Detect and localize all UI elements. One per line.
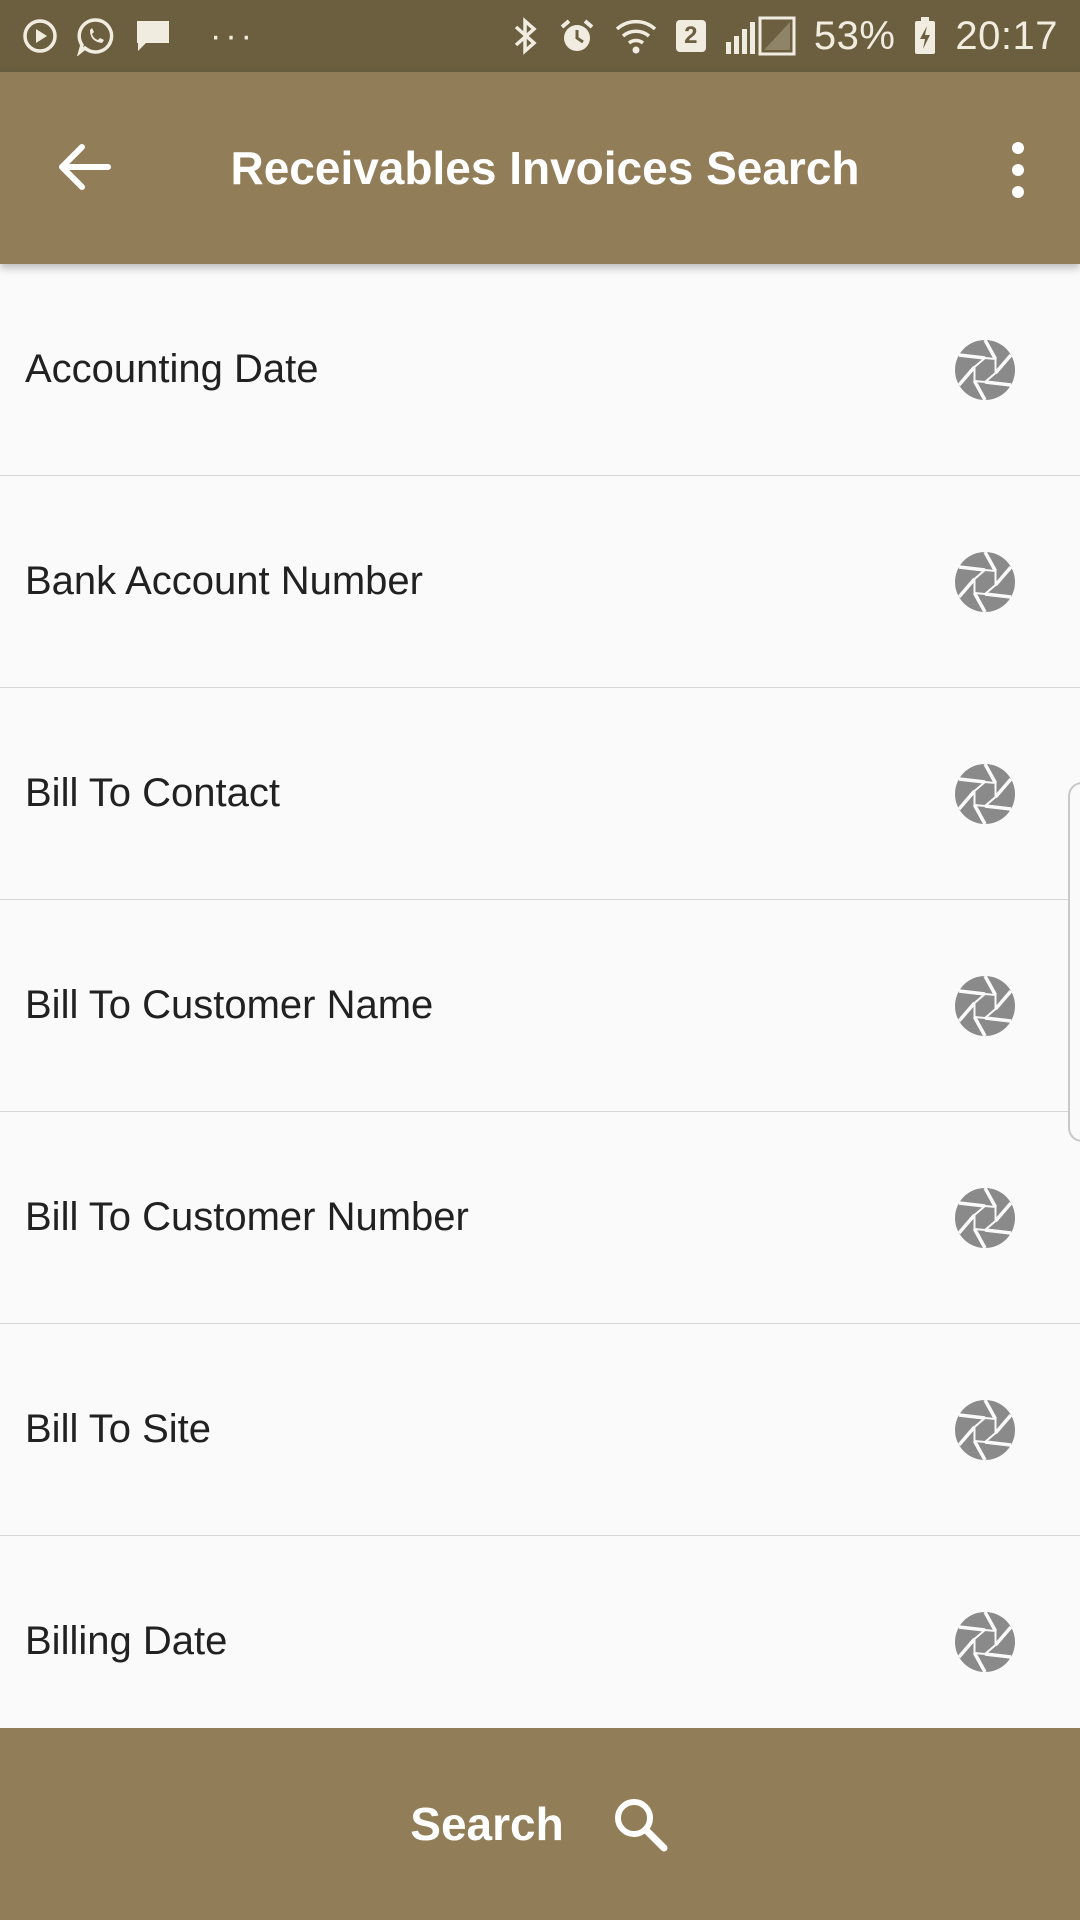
search-field-list: Accounting Date Bank Account Number Bill…: [0, 264, 1080, 1728]
bluetooth-icon: [510, 16, 540, 56]
more-vert-icon: [1012, 142, 1024, 198]
list-item-label: Accounting Date: [25, 347, 319, 391]
app-bar: Receivables Invoices Search: [0, 72, 1080, 264]
alarm-icon: [558, 17, 596, 55]
search-button[interactable]: Search: [0, 1728, 1080, 1920]
status-bar-right: 2 53% 20:17: [510, 14, 1058, 59]
signal-icon: [724, 16, 796, 56]
aperture-icon[interactable]: [954, 550, 1016, 613]
play-circle-icon: [22, 18, 58, 54]
sim-2-icon: 2: [675, 20, 706, 52]
aperture-icon[interactable]: [954, 974, 1016, 1037]
scroll-handle[interactable]: [1068, 782, 1080, 1142]
wifi-icon: [614, 17, 658, 55]
list-item-bill-to-customer-name[interactable]: Bill To Customer Name: [0, 900, 1080, 1112]
aperture-icon[interactable]: [954, 1398, 1016, 1461]
status-bar: ··· 2 53% 20:17: [0, 0, 1080, 72]
list-item-bill-to-customer-number[interactable]: Bill To Customer Number: [0, 1112, 1080, 1324]
status-bar-left: ···: [22, 16, 256, 56]
aperture-icon[interactable]: [954, 762, 1016, 825]
search-button-label: Search: [410, 1798, 564, 1850]
more-notifications-indicator: ···: [210, 16, 256, 55]
aperture-icon[interactable]: [954, 1610, 1016, 1673]
overflow-menu-button[interactable]: [1006, 140, 1030, 200]
list-item-bill-to-contact[interactable]: Bill To Contact: [0, 688, 1080, 900]
list-item-label: Billing Date: [25, 1619, 228, 1663]
list-item-bank-account-number[interactable]: Bank Account Number: [0, 476, 1080, 688]
list-item-bill-to-site[interactable]: Bill To Site: [0, 1324, 1080, 1536]
clock: 20:17: [955, 13, 1058, 58]
list-item-label: Bank Account Number: [25, 559, 423, 603]
page-title: Receivables Invoices Search: [230, 142, 860, 194]
search-icon: [614, 1799, 668, 1852]
list-item-label: Bill To Site: [25, 1407, 212, 1451]
aperture-icon[interactable]: [954, 338, 1016, 401]
list-item-billing-date[interactable]: Billing Date: [0, 1536, 1080, 1728]
battery-charging-icon: [913, 16, 937, 56]
list-item-label: Bill To Customer Number: [25, 1195, 469, 1239]
list-item-accounting-date[interactable]: Accounting Date: [0, 264, 1080, 476]
aperture-icon[interactable]: [954, 1186, 1016, 1249]
whatsapp-icon: [76, 16, 116, 56]
list-item-label: Bill To Contact: [25, 771, 280, 815]
list-item-label: Bill To Customer Name: [25, 983, 434, 1027]
message-icon: [134, 17, 172, 55]
battery-percent: 53%: [813, 13, 896, 58]
